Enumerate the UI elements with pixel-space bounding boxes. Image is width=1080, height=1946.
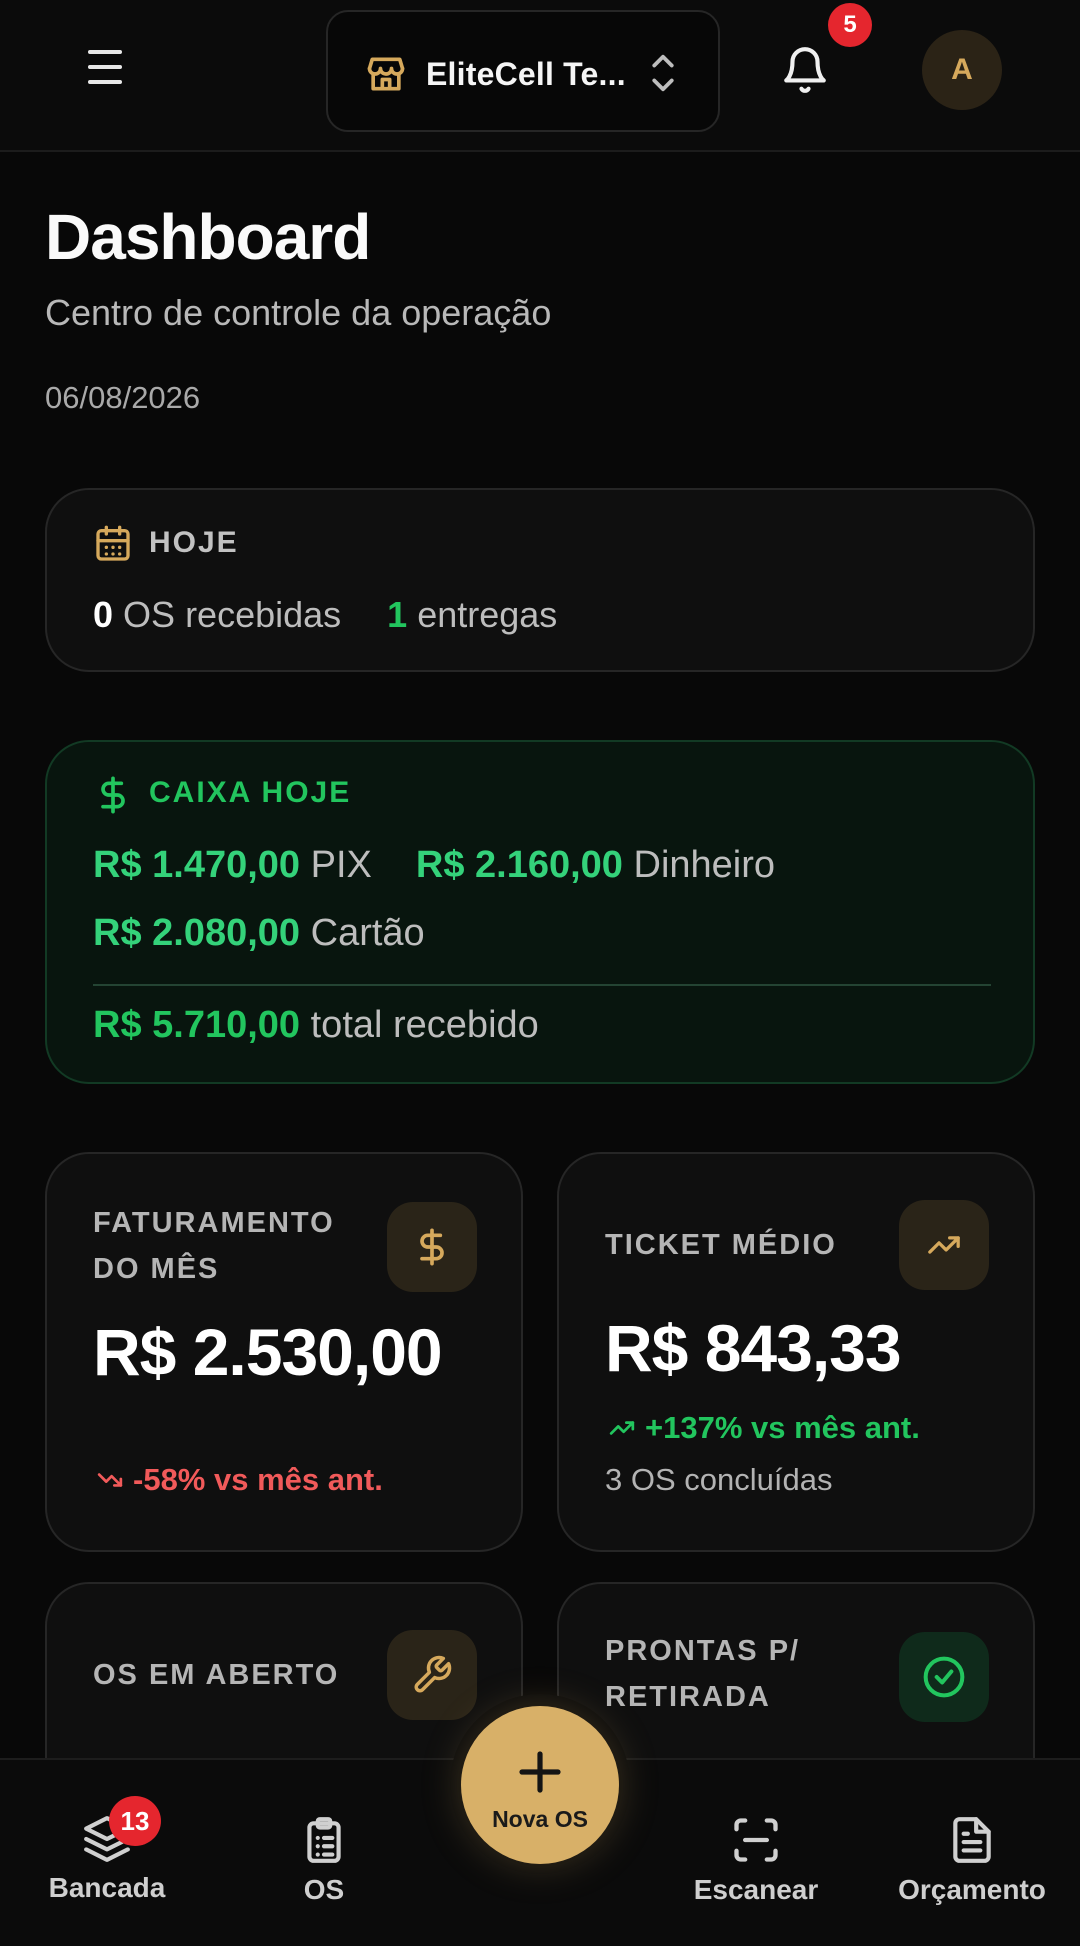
ticket-value: R$ 843,33 — [605, 1311, 902, 1385]
store-switcher[interactable]: EliteCell Te... — [326, 10, 720, 132]
scan-icon — [734, 1818, 778, 1862]
ready-title: PRONTAS P/ RETIRADA — [605, 1628, 800, 1720]
nav-bench-label: Bancada — [48, 1872, 166, 1903]
money-value: R$ 2.160,00 — [415, 844, 623, 886]
pix-value: R$ 1.470,00 — [93, 844, 301, 886]
calendar-icon — [96, 525, 130, 561]
divider — [93, 984, 991, 986]
today-card[interactable]: HOJE 0 OS recebidas 1 entregas — [45, 488, 1035, 672]
ticket-title: TICKET MÉDIO — [605, 1229, 837, 1261]
deliveries-count: 1 — [387, 594, 408, 635]
ready-title-line1: PRONTAS P/ — [605, 1635, 801, 1667]
new-os-label: Nova OS — [492, 1806, 588, 1832]
notification-badge: 5 — [828, 3, 872, 47]
cash-row-card: R$ 2.080,00 Cartão — [93, 912, 425, 955]
nav-scan-label: Escanear — [693, 1874, 819, 1905]
clipboard-list-icon — [307, 1817, 341, 1863]
ticket-trend: +137% vs mês ant. — [605, 1410, 920, 1446]
chevron-up-down-icon — [652, 54, 674, 92]
total-label: total recebido — [310, 1004, 539, 1046]
money-label: Dinheiro — [633, 844, 776, 886]
plus-icon — [519, 1751, 561, 1793]
revenue-trend: -58% vs mês ant. — [93, 1462, 383, 1498]
dollar-icon — [101, 776, 125, 814]
pix-label: PIX — [310, 844, 372, 886]
os-received-text: OS recebidas — [123, 594, 342, 635]
nav-quote[interactable]: Orçamento — [882, 1814, 1062, 1934]
document-icon — [953, 1817, 991, 1863]
trending-up-icon — [609, 1421, 635, 1435]
cash-today-card[interactable]: CAIXA HOJE R$ 1.470,00 PIX R$ 2.160,00 Di… — [45, 740, 1035, 1084]
revenue-title: FATURAMENTO DO MÊS — [93, 1200, 335, 1292]
page-title: Dashboard — [45, 201, 371, 273]
ready-title-line2: RETIRADA — [605, 1681, 771, 1713]
revenue-icon-box — [387, 1202, 477, 1292]
cash-row-pix-money: R$ 1.470,00 PIX R$ 2.160,00 Dinheiro — [93, 844, 775, 887]
nav-quote-label: Orçamento — [898, 1874, 1046, 1905]
ticket-card[interactable]: TICKET MÉDIO R$ 843,33 +137% vs mês ant.… — [557, 1152, 1035, 1552]
deliveries-text: entregas — [417, 594, 558, 635]
card-value: R$ 2.080,00 — [93, 912, 301, 954]
nav-bench[interactable]: Bancada 13 — [17, 1796, 197, 1934]
ticket-trend-text: +137% vs mês ant. — [645, 1410, 920, 1445]
revenue-value: R$ 2.530,00 — [93, 1315, 443, 1389]
store-name: EliteCell Te... — [426, 56, 626, 92]
menu-icon[interactable] — [82, 50, 130, 94]
nav-scan[interactable]: Escanear — [666, 1814, 846, 1934]
page-date: 06/08/2026 — [45, 380, 201, 415]
store-icon — [367, 57, 405, 91]
trending-up-icon — [928, 1236, 960, 1254]
ticket-icon-box — [899, 1200, 989, 1290]
nav-os-label: OS — [303, 1874, 345, 1905]
dollar-icon — [420, 1228, 444, 1266]
total-value: R$ 5.710,00 — [93, 1004, 301, 1046]
page-subtitle: Centro de controle da operação — [45, 292, 552, 333]
ready-icon-box — [899, 1632, 989, 1722]
revenue-trend-text: -58% vs mês ant. — [133, 1462, 383, 1497]
avatar[interactable]: A — [922, 30, 1002, 110]
nav-os[interactable]: OS — [234, 1814, 414, 1934]
today-label: HOJE — [149, 526, 239, 559]
bell-icon[interactable] — [780, 44, 830, 96]
revenue-title-line1: FATURAMENTO — [93, 1207, 335, 1239]
top-header: EliteCell Te... 5 A — [0, 0, 1080, 152]
os-received-count: 0 — [93, 594, 114, 635]
check-circle-icon — [923, 1656, 965, 1698]
cash-today-label: CAIXA HOJE — [149, 776, 352, 809]
open-os-title: OS EM ABERTO — [93, 1659, 340, 1691]
trending-down-icon — [97, 1473, 123, 1487]
card-label: Cartão — [310, 912, 425, 954]
today-summary: 0 OS recebidas 1 entregas — [93, 594, 557, 636]
open-os-icon-box — [387, 1630, 477, 1720]
revenue-title-line2: DO MÊS — [93, 1253, 220, 1285]
ticket-note: 3 OS concluídas — [605, 1462, 833, 1497]
cash-row-total: R$ 5.710,00 total recebido — [93, 1004, 539, 1047]
wrench-icon — [414, 1655, 452, 1693]
new-os-button[interactable]: Nova OS — [461, 1706, 619, 1864]
revenue-card[interactable]: FATURAMENTO DO MÊS R$ 2.530,00 -58% vs m… — [45, 1152, 523, 1552]
bench-badge: 13 — [109, 1796, 161, 1846]
